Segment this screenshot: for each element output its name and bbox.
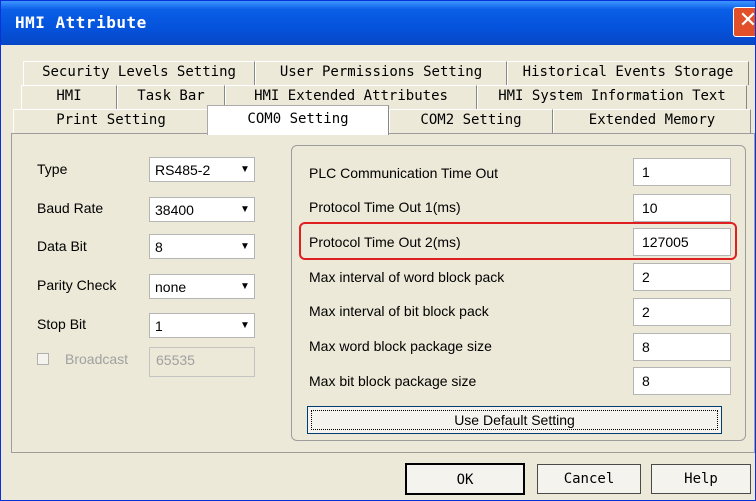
word-block-interval-label: Max interval of word block pack: [309, 269, 505, 285]
stop-bit-label: Stop Bit: [37, 316, 87, 332]
parity-check-select[interactable]: none ▼: [149, 274, 255, 299]
window-title: HMI Attribute: [15, 13, 147, 32]
tab-hmi[interactable]: HMI: [21, 85, 117, 109]
tab-user-permissions-setting[interactable]: User Permissions Setting: [255, 61, 507, 85]
word-block-size-value: 8: [642, 339, 650, 355]
tab-hmi-system-information-text[interactable]: HMI System Information Text: [477, 85, 747, 109]
baud-rate-value: 38400: [155, 202, 194, 218]
bit-block-size-field[interactable]: 8: [633, 367, 731, 395]
ok-button[interactable]: OK: [405, 463, 525, 495]
parity-check-label: Parity Check: [37, 277, 117, 293]
baud-rate-label: Baud Rate: [37, 200, 104, 216]
tab-historical-events-storage[interactable]: Historical Events Storage: [507, 61, 749, 85]
cancel-button[interactable]: Cancel: [537, 464, 641, 494]
close-icon: ✕: [738, 8, 756, 33]
chevron-down-icon[interactable]: ▼: [237, 159, 253, 180]
protocol-timeout-1-field[interactable]: 10: [633, 194, 731, 222]
protocol-timeout-1-value: 10: [642, 200, 658, 216]
bit-block-interval-label: Max interval of bit block pack: [309, 303, 489, 319]
broadcast-value: 65535: [156, 352, 195, 368]
use-default-setting-button[interactable]: Use Default Setting: [307, 406, 722, 434]
focus-rect: [311, 410, 718, 430]
broadcast-label: Broadcast: [65, 351, 129, 367]
stop-bit-select[interactable]: 1 ▼: [149, 313, 255, 338]
type-label: Type: [37, 161, 68, 177]
highlight-box: [299, 222, 737, 260]
plc-timeout-label: PLC Communication Time Out: [309, 165, 499, 181]
chevron-down-icon[interactable]: ▼: [237, 199, 253, 220]
chevron-down-icon[interactable]: ▼: [237, 315, 253, 336]
broadcast-field[interactable]: 65535: [149, 347, 255, 377]
tab-extended-memory[interactable]: Extended Memory: [553, 109, 751, 134]
bit-block-size-value: 8: [642, 373, 650, 389]
title-bar[interactable]: HMI Attribute ✕: [1, 1, 756, 45]
chevron-down-icon[interactable]: ▼: [237, 236, 253, 257]
bit-block-interval-field[interactable]: 2: [633, 298, 731, 326]
hmi-attribute-dialog: HMI Attribute ✕ Security Levels Setting …: [0, 0, 756, 501]
help-button[interactable]: Help: [651, 464, 751, 494]
stop-bit-value: 1: [155, 318, 163, 334]
type-value: RS485-2: [155, 162, 211, 178]
baud-rate-select[interactable]: 38400 ▼: [149, 197, 255, 222]
parity-check-value: none: [155, 279, 187, 295]
word-block-size-field[interactable]: 8: [633, 333, 731, 361]
chevron-down-icon[interactable]: ▼: [237, 276, 253, 297]
tab-com0-setting[interactable]: COM0 Setting: [207, 105, 389, 135]
plc-timeout-value: 1: [642, 164, 650, 180]
communication-group: [291, 145, 746, 441]
plc-timeout-field[interactable]: 1: [633, 158, 731, 186]
broadcast-checkbox[interactable]: [37, 353, 49, 365]
data-bit-select[interactable]: 8 ▼: [149, 234, 255, 259]
tab-print-setting[interactable]: Print Setting: [13, 109, 209, 134]
protocol-timeout-1-label: Protocol Time Out 1(ms): [309, 199, 461, 215]
type-select[interactable]: RS485-2 ▼: [149, 157, 255, 182]
bit-block-interval-value: 2: [642, 304, 650, 320]
data-bit-label: Data Bit: [37, 238, 87, 254]
word-block-interval-field[interactable]: 2: [633, 263, 731, 291]
tab-security-levels-setting[interactable]: Security Levels Setting: [23, 61, 255, 85]
word-block-interval-value: 2: [642, 269, 650, 285]
close-button[interactable]: ✕: [733, 7, 756, 37]
word-block-size-label: Max word block package size: [309, 338, 492, 354]
tab-com2-setting[interactable]: COM2 Setting: [389, 109, 553, 134]
bit-block-size-label: Max bit block package size: [309, 373, 477, 389]
data-bit-value: 8: [155, 239, 163, 255]
